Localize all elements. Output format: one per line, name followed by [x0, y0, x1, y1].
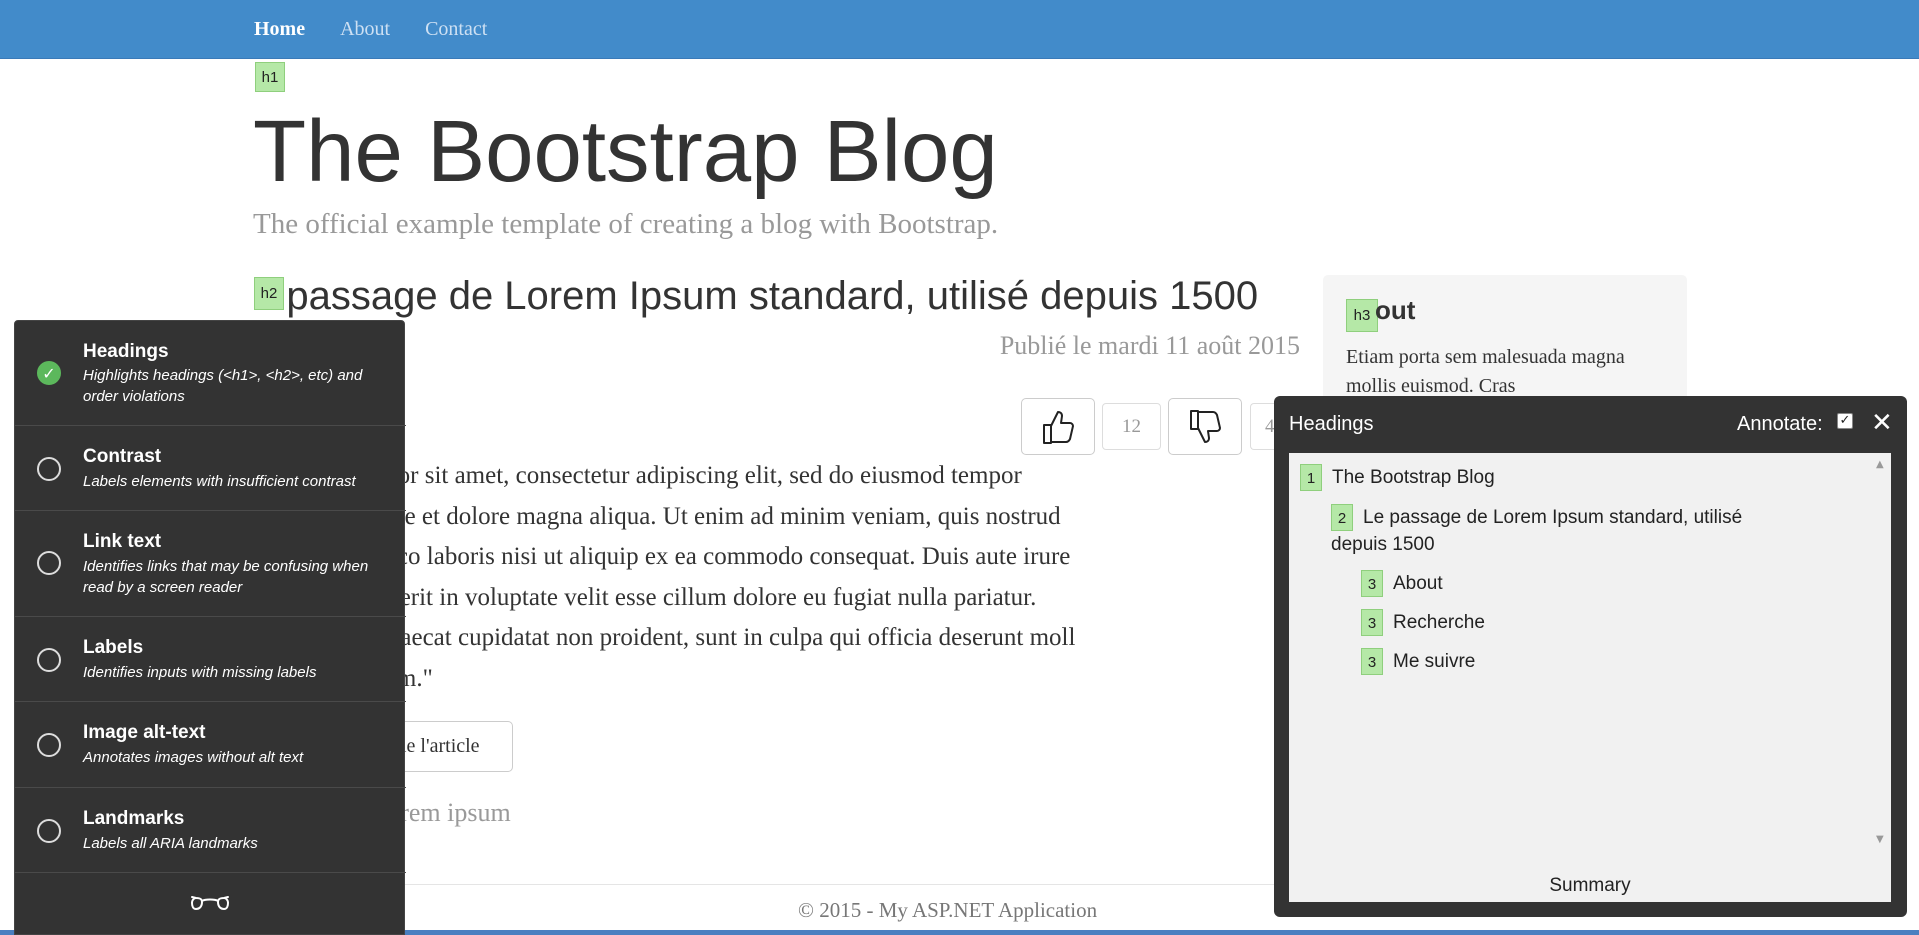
post-date: Publié le mardi 11 août 2015 [999, 331, 1300, 360]
blog-description: The official example template of creatin… [253, 208, 999, 240]
post-line: t labore et dolore magna aliqua. Ut enim… [340, 502, 1061, 530]
h2-annotation-badge: h2 [254, 277, 284, 310]
thumbs-down-icon [1190, 409, 1221, 443]
post-line: aborum." [340, 659, 1280, 700]
dislike-count: 4 [1250, 403, 1275, 450]
radio-icon[interactable] [37, 819, 61, 843]
plugin-link-text[interactable]: Link text Identifies links that may be c… [15, 511, 406, 617]
scroll-down-icon[interactable]: ▼ [1876, 834, 1884, 845]
post-line: ullamco laboris nisi ut aliquip ex ea co… [340, 543, 1071, 570]
scroll-up-icon[interactable]: ▲ [1876, 459, 1884, 470]
plugin-name: Link text [83, 531, 162, 552]
nav-about-link[interactable]: About [340, 18, 390, 41]
plugin-name: Landmarks [83, 808, 185, 829]
plugin-labels[interactable]: Labels Identifies inputs with missing la… [15, 617, 406, 702]
nav-home-link[interactable]: Home [254, 18, 305, 41]
summary-title: Headings [1289, 413, 1374, 435]
summary-tab-label[interactable]: Summary [1289, 875, 1891, 897]
plugin-description: Highlights headings (<h1>, <h2>, etc) an… [83, 367, 363, 405]
plugin-landmarks[interactable]: Landmarks Labels all ARIA landmarks [15, 788, 406, 873]
radio-icon[interactable] [37, 648, 61, 672]
dislike-button[interactable] [1168, 398, 1242, 455]
checkmark-icon[interactable]: ✓ [37, 361, 61, 385]
heading-text: Le passage de Lorem Ipsum standard, util… [1331, 507, 1743, 555]
top-navbar: Home About Contact [0, 0, 1919, 59]
close-icon[interactable]: ✕ [1871, 408, 1893, 438]
plugin-description: Labels all ARIA landmarks [83, 835, 258, 852]
heading-level-badge: 3 [1361, 648, 1383, 675]
annotate-checkbox[interactable]: ✓ [1837, 413, 1853, 429]
heading-item[interactable]: 3 About [1361, 570, 1443, 597]
sidebar-title: out [1375, 295, 1416, 325]
headings-list: 1 The Bootstrap Blog 2 Le passage de Lorem… [1289, 453, 1891, 902]
heading-text: About [1393, 573, 1443, 594]
like-button[interactable] [1021, 398, 1095, 455]
plugin-headings[interactable]: ✓ Headings Highlights headings (<h1>, <h… [15, 321, 406, 426]
nav-links: Home About Contact [254, 0, 522, 59]
post-body: m dolor sit amet, consectetur adipiscing… [340, 456, 1280, 699]
heading-item[interactable]: 2 Le passage de Lorem Ipsum standard, uti… [1331, 504, 1791, 558]
plugin-image-alt-text[interactable]: Image alt-text Annotates images without … [15, 702, 406, 788]
thumbs-up-icon [1043, 410, 1074, 444]
plugin-name: Image alt-text [83, 722, 206, 743]
post-title: e passage de Lorem Ipsum standard, utili… [253, 274, 1259, 318]
plugin-name: Labels [83, 637, 144, 658]
radio-icon[interactable] [37, 551, 61, 575]
plugin-description: Identifies links that may be confusing w… [83, 558, 369, 596]
nav-contact-link[interactable]: Contact [425, 18, 487, 41]
plugin-description: Annotates images without alt text [83, 749, 304, 766]
heading-text: Me suivre [1393, 651, 1476, 672]
heading-text: The Bootstrap Blog [1332, 467, 1495, 488]
heading-level-badge: 3 [1361, 570, 1383, 597]
heading-level-badge: 1 [1300, 464, 1322, 491]
plugin-name: Headings [83, 341, 169, 362]
h3-annotation-badge: h3 [1346, 299, 1378, 332]
headings-scrollbar[interactable]: ▲ ▼ [1870, 453, 1891, 848]
post-line: m dolor sit amet, consectetur adipiscing… [340, 462, 1022, 489]
sidebar-text: Etiam porta sem malesuada magna mollis e… [1346, 346, 1625, 397]
footer-copyright: © 2015 - My ASP.NET Application [798, 898, 1098, 922]
post-line: ehenderit in voluptate velit esse cillum… [340, 583, 1037, 611]
h1-annotation-badge: h1 [255, 62, 285, 92]
plugin-description: Labels elements with insufficient contra… [83, 473, 356, 490]
annotate-label: Annotate: [1737, 413, 1823, 435]
plugin-contrast[interactable]: Contrast Labels elements with insufficie… [15, 426, 406, 511]
glasses-icon[interactable] [190, 891, 230, 920]
radio-icon[interactable] [37, 733, 61, 757]
plugin-name: Contrast [83, 446, 162, 467]
heading-item[interactable]: 3 Recherche [1361, 609, 1485, 636]
heading-text: Recherche [1393, 612, 1485, 633]
plugin-description: Identifies inputs with missing labels [83, 664, 317, 681]
post-line: nt occaecat cupidatat non proident, sunt… [340, 624, 1076, 651]
radio-icon[interactable] [37, 457, 61, 481]
heading-item[interactable]: 3 Me suivre [1361, 648, 1475, 675]
heading-level-badge: 2 [1331, 504, 1353, 531]
blog-title: The Bootstrap Blog [253, 103, 998, 200]
heading-item[interactable]: 1 The Bootstrap Blog [1300, 464, 1495, 491]
accessibility-plugins-panel: ✓ Headings Highlights headings (<h1>, <h… [14, 320, 406, 935]
like-count: 12 [1102, 403, 1161, 450]
heading-level-badge: 3 [1361, 609, 1383, 636]
headings-summary-panel: Headings Annotate: ✓ ✕ 1 The Bootstrap Bl… [1274, 396, 1907, 917]
